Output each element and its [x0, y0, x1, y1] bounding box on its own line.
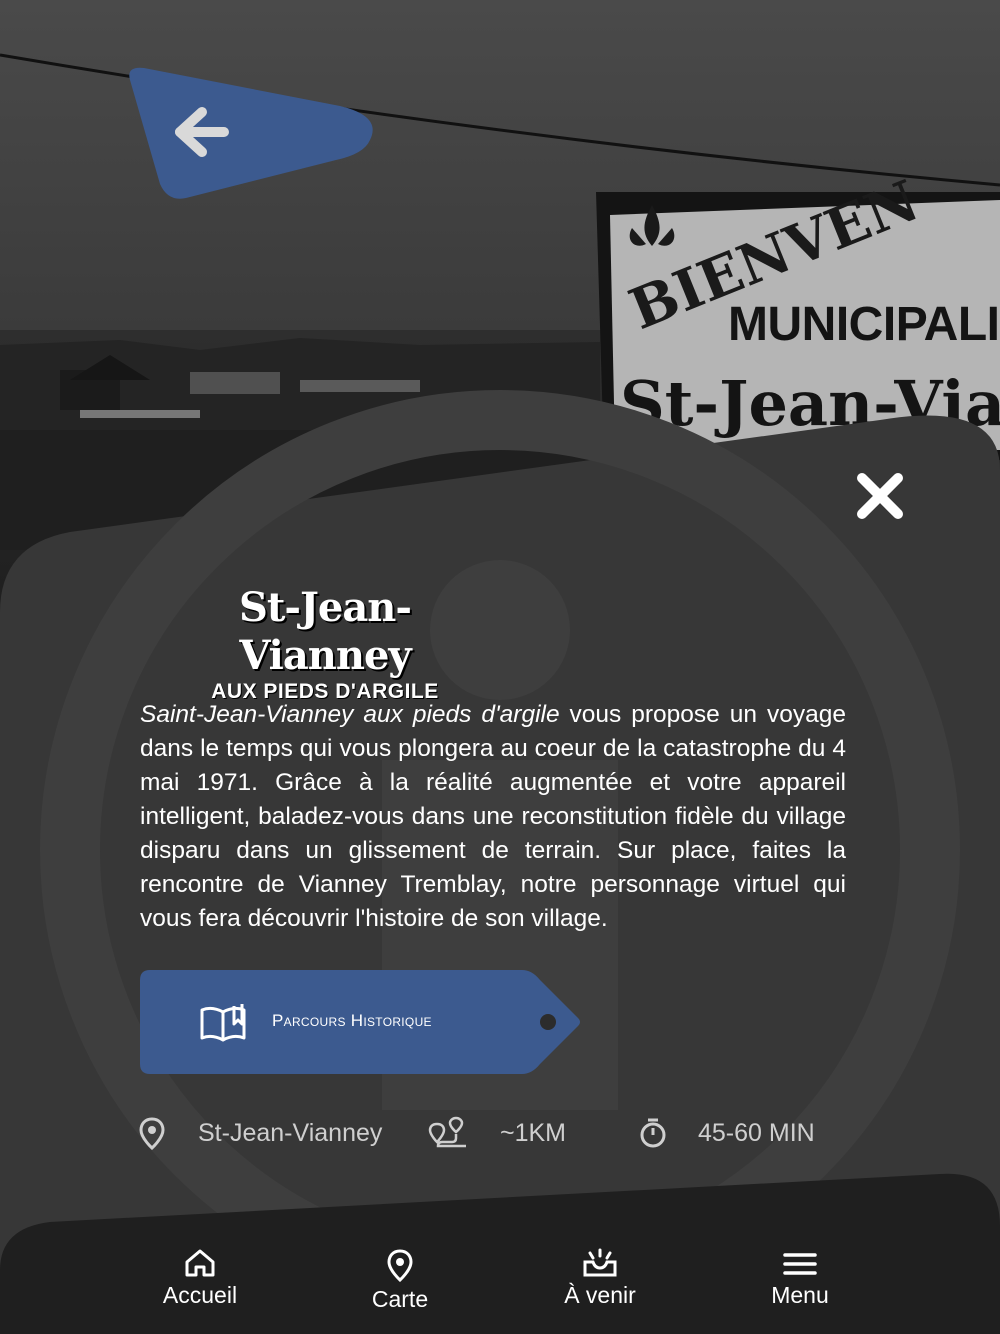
- historic-tour-button[interactable]: Parcours Historique: [140, 970, 582, 1074]
- map-pin-icon: [387, 1249, 413, 1282]
- historic-tour-label: Parcours Historique: [272, 1011, 432, 1030]
- nav-upcoming[interactable]: À venir: [530, 1248, 670, 1320]
- meta-location-text: St-Jean-Vianney: [198, 1118, 383, 1147]
- logo-title: St-Jean-Vianney: [239, 584, 412, 679]
- meta-location: St-Jean-Vianney: [138, 1108, 382, 1158]
- nav-menu-label: Menu: [771, 1282, 829, 1308]
- meta-duration-text: 45-60 MIN: [698, 1118, 815, 1147]
- meta-duration: 45-60 MIN: [638, 1108, 815, 1158]
- location-pin-icon: [139, 1117, 165, 1150]
- hamburger-icon: [783, 1253, 817, 1275]
- tour-meta: St-Jean-Vianney ~1KM 45-60 MIN: [0, 1108, 1000, 1158]
- meta-distance-text: ~1KM: [500, 1118, 567, 1147]
- stopwatch-icon: [640, 1118, 666, 1148]
- route-icon: [428, 1116, 466, 1148]
- home-icon: [185, 1249, 215, 1277]
- description-title-italic: Saint-Jean-Vianney aux pieds d'argile: [140, 701, 560, 728]
- nav-map[interactable]: Carte: [330, 1248, 470, 1320]
- nav-menu[interactable]: Menu: [730, 1248, 870, 1320]
- tour-description: Saint-Jean-Vianney aux pieds d'argile vo…: [140, 698, 846, 936]
- nav-home[interactable]: Accueil: [130, 1248, 270, 1320]
- info-panel: St-Jean-Vianney AUX PIEDS D'ARGILE Saint…: [0, 0, 1000, 1334]
- upcoming-icon: [583, 1248, 617, 1277]
- nav-map-label: Carte: [371, 1286, 429, 1312]
- screen: BIENVEN MUNICIPALI St-Jean-Via St-Jean-V…: [0, 0, 1000, 1334]
- close-icon[interactable]: [852, 468, 908, 524]
- nav-home-label: Accueil: [162, 1282, 238, 1308]
- tour-logo: St-Jean-Vianney AUX PIEDS D'ARGILE: [170, 584, 480, 704]
- meta-distance: ~1KM: [428, 1108, 566, 1158]
- nav-upcoming-label: À venir: [564, 1282, 636, 1308]
- open-book-icon: [200, 1004, 246, 1042]
- description-text: vous propose un voyage dans le temps qui…: [140, 701, 846, 932]
